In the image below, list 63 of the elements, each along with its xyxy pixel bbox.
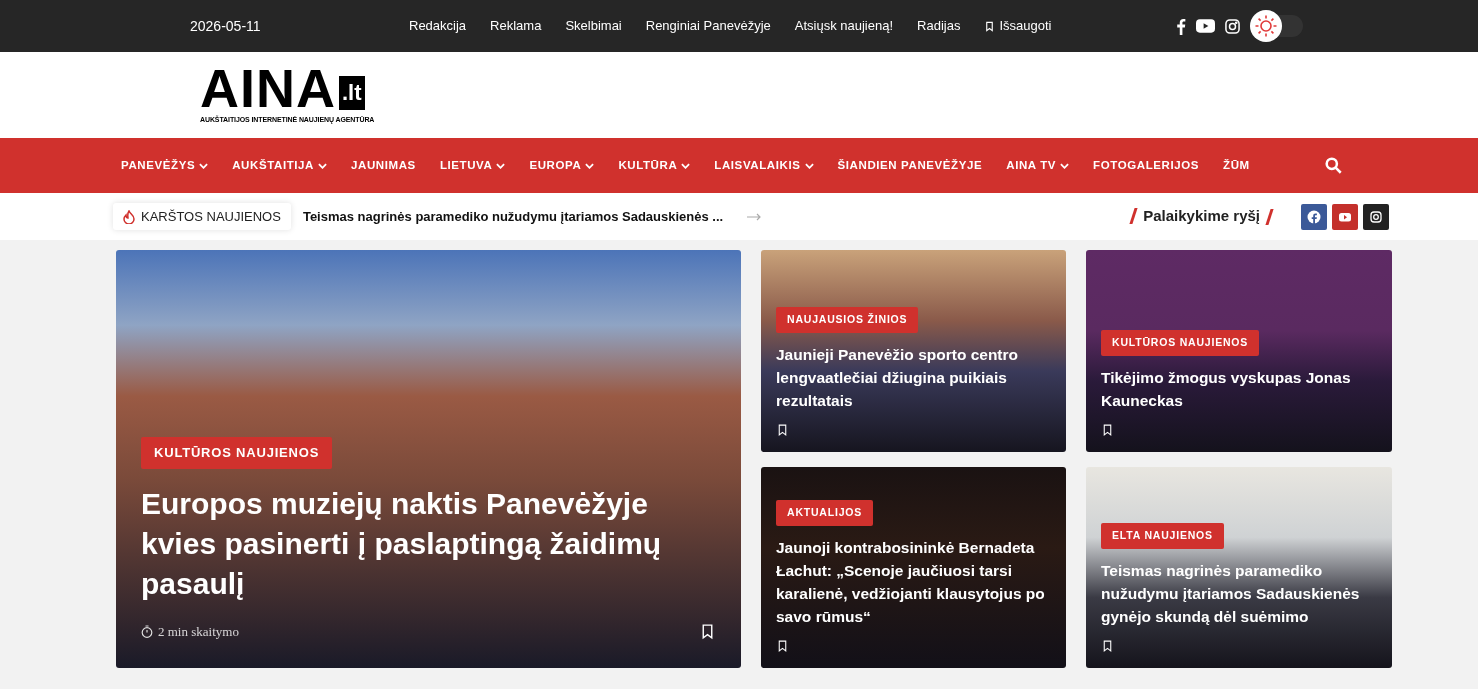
- chevron-down-icon: [496, 162, 506, 169]
- chevron-down-icon: [681, 162, 691, 169]
- top-link[interactable]: Radijas: [917, 16, 961, 36]
- read-time: 2 min skaitymo: [141, 621, 239, 641]
- top-link[interactable]: Reklama: [490, 16, 542, 36]
- category-tag[interactable]: NAUJAUSIOS ŽINIOS: [776, 307, 919, 333]
- nav-item[interactable]: FOTOGALERIJOS: [1093, 156, 1200, 175]
- top-link[interactable]: Skelbimai: [565, 16, 622, 36]
- search-icon[interactable]: [1325, 157, 1342, 174]
- top-link[interactable]: Redakcija: [409, 16, 467, 36]
- nav-item[interactable]: JAUNIMAS: [351, 156, 416, 175]
- bookmark-icon[interactable]: [776, 422, 789, 438]
- category-tag[interactable]: ELTA NAUJIENOS: [1101, 523, 1224, 549]
- facebook-icon[interactable]: [1301, 203, 1327, 230]
- nav-item[interactable]: KULTŪRA: [618, 156, 691, 175]
- nav-item[interactable]: AINA TV: [1006, 156, 1070, 175]
- instagram-icon[interactable]: [1363, 203, 1389, 230]
- nav-item[interactable]: EUROPA: [529, 156, 595, 175]
- stopwatch-icon: [141, 624, 153, 638]
- nav-item[interactable]: LIETUVA: [439, 156, 506, 175]
- breaking-news-label: KARŠTOS NAUJIENOS: [113, 203, 291, 230]
- featured-article-card[interactable]: KULTŪROS NAUJIENOS Europos muziejų naktis Panevėžyje kvies pasinerti į paslaptingą žaidimų pasaulį 2 min skaitymo: [116, 250, 741, 668]
- category-tag[interactable]: KULTŪROS NAUJIENOS: [1101, 330, 1260, 356]
- article-card[interactable]: KULTŪROS NAUJIENOS Tikėjimo žmogus vyskupas Jonas Kauneckas: [1086, 250, 1392, 452]
- article-headline[interactable]: Jaunieji Panevėžio sporto centro lengvaatlečiai džiugina puikiais rezultatais: [776, 343, 1051, 412]
- featured-headline[interactable]: Europos muziejų naktis Panevėžyje kvies pasinerti į paslaptingą žaidimų pasaulį: [141, 483, 716, 604]
- bookmark-icon[interactable]: [1101, 422, 1114, 438]
- logo-text[interactable]: AINA: [200, 66, 336, 110]
- article-card[interactable]: NAUJAUSIOS ŽINIOS Jaunieji Panevėžio sporto centro lengvaatlečiai džiugina puikiais rezultatais: [761, 250, 1066, 452]
- slash-mark: [1265, 208, 1274, 225]
- nav-item[interactable]: ŠIANDIEN PANEVĖŽYJE: [837, 156, 983, 175]
- top-link[interactable]: Išsaugoti: [984, 16, 1052, 36]
- chevron-down-icon: [199, 162, 209, 169]
- bookmark-icon[interactable]: [1101, 638, 1114, 654]
- nav-item[interactable]: ŽŪM: [1223, 156, 1250, 175]
- article-headline[interactable]: Teismas nagrinės paramediko nužudymu įtariamos Sadauskienės gynėjo skundą dėl suėmimo: [1101, 559, 1377, 628]
- top-link[interactable]: Renginiai Panevėžyje: [645, 16, 771, 36]
- bookmark-icon: [984, 19, 996, 33]
- top-link[interactable]: Atsiųsk naujieną!: [794, 16, 894, 36]
- facebook-icon[interactable]: [1176, 17, 1186, 35]
- article-headline[interactable]: Tikėjimo žmogus vyskupas Jonas Kauneckas: [1101, 366, 1377, 412]
- chevron-down-icon: [1060, 162, 1070, 169]
- nav-item[interactable]: AUKŠTAITIJA: [232, 156, 327, 175]
- article-card[interactable]: ELTA NAUJIENOS Teismas nagrinės paramediko nužudymu įtariamos Sadauskienės gynėjo skundą dėl suėmimo: [1086, 467, 1392, 668]
- bookmark-icon[interactable]: [776, 638, 789, 654]
- chevron-down-icon: [318, 162, 327, 169]
- nav-item[interactable]: PANEVĖŽYS: [121, 156, 209, 175]
- category-tag[interactable]: AKTUALIJOS: [776, 500, 874, 526]
- category-tag[interactable]: KULTŪROS NAUJIENOS: [141, 437, 333, 469]
- nav-item[interactable]: LAISVALAIKIS: [714, 156, 814, 175]
- chevron-down-icon: [804, 162, 814, 169]
- flame-icon: [123, 209, 135, 224]
- date-text: 2026-05-11: [190, 16, 262, 36]
- theme-toggle[interactable]: [1250, 10, 1303, 42]
- logo-domain[interactable]: .lt: [339, 76, 365, 110]
- instagram-icon[interactable]: [1225, 18, 1240, 34]
- social-heading: Palaikykime ryšį: [1132, 201, 1271, 232]
- sun-icon: [1254, 14, 1278, 38]
- youtube-icon[interactable]: [1196, 19, 1215, 33]
- article-headline[interactable]: Jaunoji kontrabosininkė Bernadeta Łachut: „Scenoje jaučiuosi tarsi karalienė, vedžiojanti klausytojus po savo rūmus“: [776, 536, 1051, 628]
- chevron-down-icon: [585, 162, 595, 169]
- ticker-headline[interactable]: Teismas nagrinės paramediko nužudymu įtariamos Sadauskienės ...: [302, 206, 724, 227]
- article-card[interactable]: AKTUALIJOS Jaunoji kontrabosininkė Bernadeta Łachut: „Scenoje jaučiuosi tarsi karalienė, vedžiojanti klausytojus po savo rūmus“: [761, 467, 1066, 668]
